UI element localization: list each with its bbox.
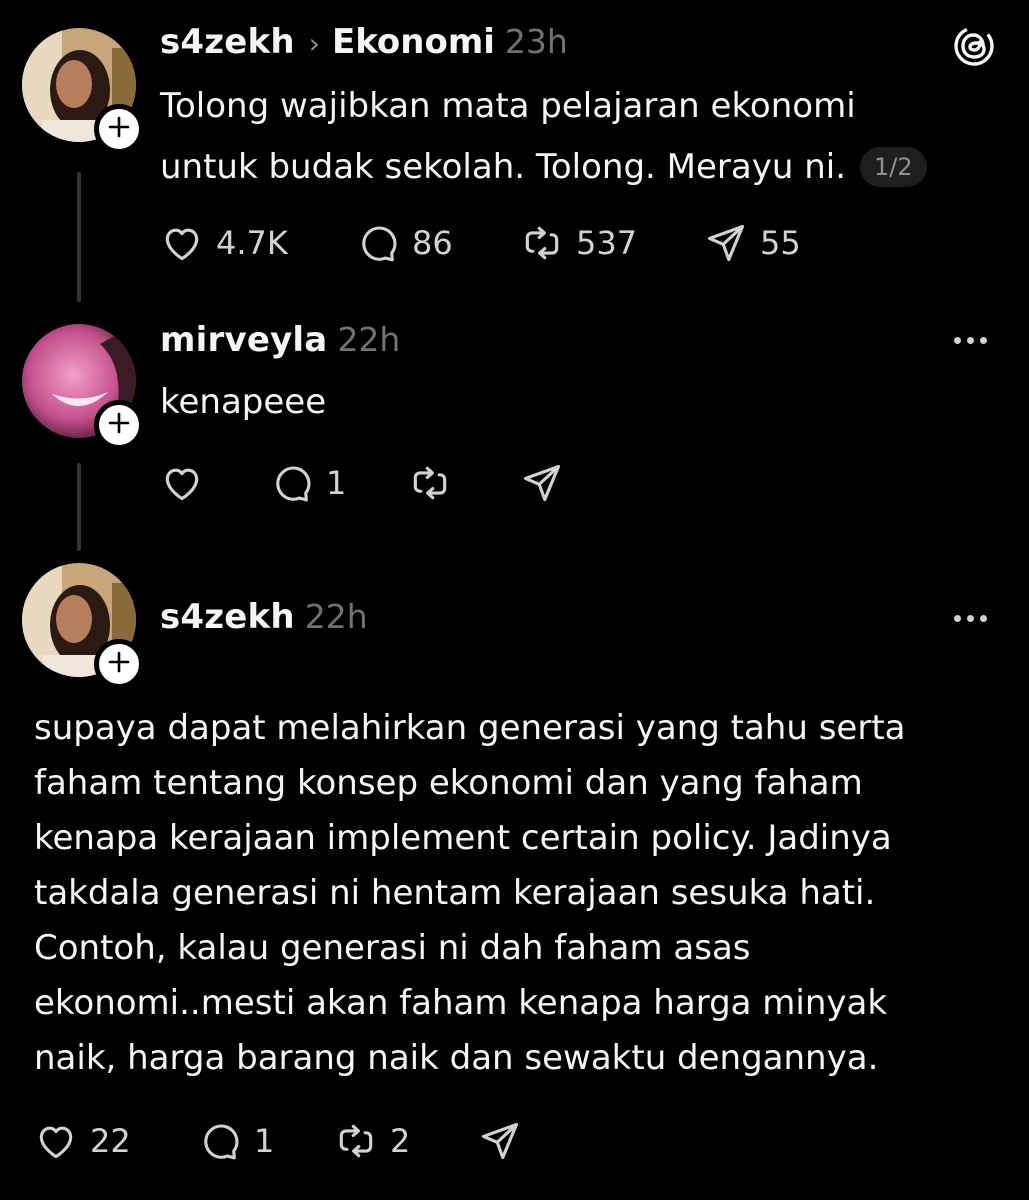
- topic-tag[interactable]: Ekonomi: [332, 22, 495, 62]
- post-text-line: Tolong wajibkan mata pelajaran ekonomi: [160, 86, 856, 126]
- post-text-line: Contoh, kalau generasi ni dah faham asas: [34, 928, 751, 968]
- more-dot: [954, 614, 961, 622]
- repost-icon: [520, 221, 564, 265]
- send-icon: [478, 1119, 522, 1163]
- timestamp: 22h: [337, 320, 401, 359]
- timestamp: 23h: [504, 22, 568, 61]
- speech-bubble-icon: [356, 221, 400, 265]
- more-dot: [967, 336, 974, 344]
- more-dot: [954, 336, 961, 344]
- repost-button[interactable]: 2: [334, 1119, 478, 1163]
- like-button[interactable]: [160, 461, 270, 505]
- repost-count: 2: [390, 1122, 411, 1160]
- post-text: Tolong wajibkan mata pelajaran ekonomi u…: [160, 76, 927, 198]
- like-count: 4.7K: [216, 224, 288, 262]
- follow-button[interactable]: [94, 639, 144, 689]
- send-icon: [520, 461, 564, 505]
- post-header: s4zekh 22h: [160, 597, 368, 637]
- post-text-line: faham tentang konsep ekonomi dan yang fa…: [34, 763, 863, 803]
- reply-button[interactable]: 1: [270, 461, 408, 505]
- repost-button[interactable]: 537: [520, 221, 704, 265]
- post-actions: 1: [160, 458, 576, 508]
- post-text-line: naik, harga barang naik dan sewaktu deng…: [34, 1038, 879, 1078]
- timestamp: 22h: [304, 597, 368, 636]
- post-actions: 22 1 2: [34, 1116, 534, 1166]
- plus-icon: [107, 411, 131, 439]
- page-indicator: 1/2: [860, 147, 927, 187]
- reply-count: 86: [412, 224, 453, 262]
- like-button[interactable]: 22: [34, 1119, 198, 1163]
- repost-count: 537: [576, 224, 638, 262]
- post-2: mirveyla 22h kenapeee 1: [0, 310, 1029, 555]
- heart-icon: [160, 461, 204, 505]
- post-header: s4zekh › Ekonomi 23h: [160, 22, 568, 62]
- speech-bubble-icon: [270, 461, 314, 505]
- post-header: mirveyla 22h: [160, 320, 400, 360]
- reply-button[interactable]: 1: [198, 1119, 334, 1163]
- repost-icon: [408, 461, 452, 505]
- follow-button[interactable]: [94, 104, 144, 154]
- reply-count: 1: [254, 1122, 275, 1160]
- plus-icon: [107, 650, 131, 678]
- more-dot: [980, 336, 987, 344]
- thread-connector-line: [77, 172, 81, 302]
- post-text-line: untuk budak sekolah. Tolong. Merayu ni. 1…: [160, 137, 927, 198]
- share-button[interactable]: [520, 461, 576, 505]
- thread-connector-line: [77, 463, 81, 551]
- repost-icon: [334, 1119, 378, 1163]
- post-1: s4zekh › Ekonomi 23h Tolong wajibkan mat…: [0, 0, 1029, 310]
- reply-count: 1: [326, 464, 347, 502]
- heart-icon: [160, 221, 204, 265]
- post-text-line: takdala generasi ni hentam kerajaan sesu…: [34, 873, 876, 913]
- post-text: kenapeee: [160, 372, 326, 433]
- follow-button[interactable]: [94, 400, 144, 450]
- share-button[interactable]: 55: [704, 221, 801, 265]
- post-text-line: kenapeee: [160, 382, 327, 422]
- heart-icon: [34, 1119, 78, 1163]
- chevron-right-icon: ›: [308, 27, 320, 60]
- share-count: 55: [760, 224, 801, 262]
- speech-bubble-icon: [198, 1119, 242, 1163]
- threads-logo-icon[interactable]: [952, 24, 996, 72]
- post-3: s4zekh 22h supaya dapat melahirkan gener…: [0, 555, 1029, 1200]
- post-actions: 4.7K 86 537 55: [160, 218, 801, 268]
- username[interactable]: s4zekh: [160, 22, 295, 62]
- reply-button[interactable]: 86: [356, 221, 520, 265]
- post-text-line: supaya dapat melahirkan generasi yang ta…: [34, 708, 906, 748]
- plus-icon: [107, 115, 131, 143]
- like-count: 22: [90, 1122, 131, 1160]
- post-text: supaya dapat melahirkan generasi yang ta…: [34, 701, 905, 1086]
- username[interactable]: mirveyla: [160, 320, 327, 360]
- share-button[interactable]: [478, 1119, 534, 1163]
- post-text-line: kenapa kerajaan implement certain policy…: [34, 818, 892, 858]
- repost-button[interactable]: [408, 461, 520, 505]
- more-dot: [967, 614, 974, 622]
- more-options-button[interactable]: [954, 330, 987, 350]
- send-icon: [704, 221, 748, 265]
- more-options-button[interactable]: [954, 608, 987, 628]
- post-text-line-content: untuk budak sekolah. Tolong. Merayu ni.: [160, 147, 847, 187]
- like-button[interactable]: 4.7K: [160, 221, 356, 265]
- username[interactable]: s4zekh: [160, 597, 295, 637]
- more-dot: [980, 614, 987, 622]
- post-text-line: ekonomi..mesti akan faham kenapa harga m…: [34, 983, 888, 1023]
